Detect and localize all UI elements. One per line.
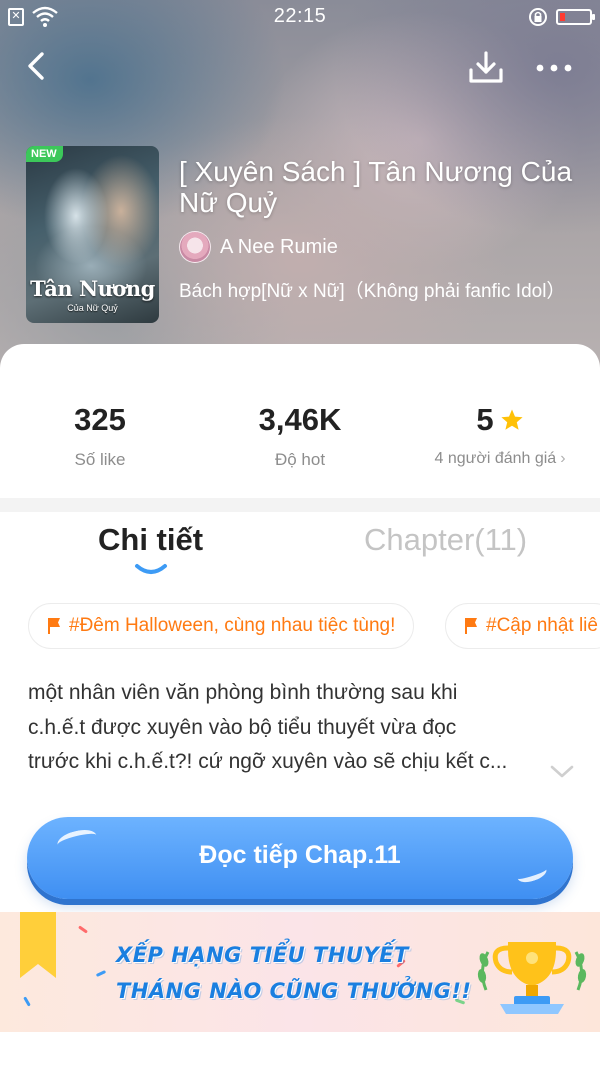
confetti xyxy=(78,925,88,934)
book-description[interactable]: một nhân viên văn phòng bình thường sau … xyxy=(28,676,548,780)
hot-value: 3,46K xyxy=(258,402,342,437)
ranking-promo-banner[interactable]: XẾP HẠNG TIỂU THUYẾT THÁNG NÀO CŨNG THƯỞ… xyxy=(0,912,600,1032)
chevron-right-icon: › xyxy=(560,450,566,467)
rating-count: 4 người đánh giá xyxy=(434,450,557,467)
tag-label: #Cập nhật liê xyxy=(486,615,598,636)
button-shine xyxy=(515,862,549,886)
rotation-lock-icon xyxy=(529,8,547,26)
back-button[interactable] xyxy=(20,48,56,84)
banner-headline: XẾP HẠNG TIỂU THUYẾT xyxy=(116,943,409,967)
more-options-button[interactable] xyxy=(534,56,574,80)
book-genre: Bách hợp[Nữ x Nữ]（Không phải fanfic Idol… xyxy=(179,281,566,302)
chevron-down-icon[interactable] xyxy=(549,764,575,780)
trophy-icon xyxy=(477,942,587,1014)
cover-title: Tân Nương xyxy=(30,276,155,301)
confetti xyxy=(23,996,31,1007)
active-tab-indicator xyxy=(135,564,167,574)
section-divider xyxy=(0,498,600,512)
star-icon xyxy=(501,409,523,430)
book-title: [ Xuyên Sách ] Tân Nương Của Nữ Quỷ xyxy=(179,156,573,218)
ribbon-icon xyxy=(20,912,56,978)
author-avatar xyxy=(179,231,211,263)
author-link[interactable]: A Nee Rumie xyxy=(179,230,338,264)
new-badge: NEW xyxy=(26,146,63,162)
tab-detail[interactable]: Chi tiết xyxy=(98,522,203,558)
author-name: A Nee Rumie xyxy=(220,235,338,258)
tag-label: #Đêm Halloween, cùng nhau tiệc tùng! xyxy=(69,615,396,636)
tag-chip[interactable]: #Đêm Halloween, cùng nhau tiệc tùng! xyxy=(28,603,415,649)
tab-chapter[interactable]: Chapter(11) xyxy=(364,522,527,558)
rating-value: 5 xyxy=(476,402,494,437)
rating-count-link[interactable]: 4 người đánh giá › xyxy=(400,450,600,468)
continue-reading-label: Đọc tiếp Chap.11 xyxy=(199,841,401,869)
likes-value: 325 xyxy=(74,402,126,437)
stats-card: 325 Số like 3,46K Độ hot 5 4 người đánh … xyxy=(0,344,600,504)
download-button[interactable] xyxy=(466,48,506,88)
tag-list: #Đêm Halloween, cùng nhau tiệc tùng! #Cậ… xyxy=(28,603,600,651)
continue-reading-button[interactable]: Đọc tiếp Chap.11 xyxy=(27,817,573,899)
description-line: c.h.ế.t được xuyên vào bộ tiểu thuyết vừ… xyxy=(28,715,457,739)
clock: 22:15 xyxy=(273,5,327,27)
book-cover[interactable]: NEW Tân Nương Của Nữ Quỷ xyxy=(26,146,159,323)
cover-subtitle: Của Nữ Quỷ xyxy=(67,303,118,313)
hot-label: Độ hot xyxy=(274,450,326,469)
book-header: ✕ 22:15 NEW Tân Nương Của Nữ Quỷ [ Xuyên… xyxy=(0,0,600,380)
likes-label: Số like xyxy=(74,450,126,469)
confetti xyxy=(95,970,107,977)
description-line: một nhân viên văn phòng bình thường sau … xyxy=(28,681,458,704)
rating-value-row: 5 xyxy=(400,402,600,438)
battery-icon xyxy=(556,9,595,25)
button-shine xyxy=(55,826,99,854)
flag-icon xyxy=(465,618,477,634)
banner-subline: THÁNG NÀO CŨNG THƯỞNG!! xyxy=(116,979,472,1003)
flag-icon xyxy=(48,618,60,634)
description-line: trước khi c.h.ế.t?! cứ ngỡ xuyên vào sẽ … xyxy=(28,750,508,773)
status-bar: ✕ 22:15 xyxy=(0,0,600,34)
tag-chip[interactable]: #Cập nhật liê xyxy=(445,603,600,649)
